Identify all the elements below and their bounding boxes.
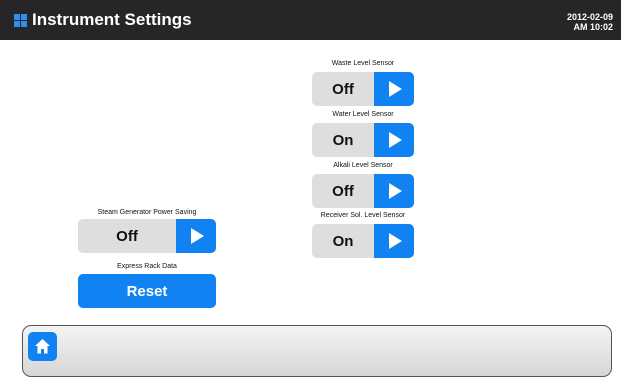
header-date: 2012-02-09	[566, 12, 613, 22]
alkali-level-next-button[interactable]	[374, 174, 414, 208]
steam-generator-value: Off	[116, 227, 138, 245]
footer-bar	[22, 325, 612, 377]
steam-generator-next-button[interactable]	[176, 219, 216, 253]
alkali-level-toggle[interactable]: Off	[312, 174, 414, 208]
water-level-value: On	[332, 131, 354, 149]
play-arrow-icon	[191, 228, 204, 244]
header-bar: Instrument Settings 2012-02-09 AM 10:02	[0, 0, 621, 40]
water-level-toggle[interactable]: On	[312, 123, 414, 157]
play-arrow-icon	[389, 233, 402, 249]
waste-level-toggle[interactable]: Off	[312, 72, 414, 106]
receiver-level-value: On	[332, 232, 354, 250]
alkali-level-label: Alkali Level Sensor	[333, 162, 393, 169]
play-arrow-icon	[389, 132, 402, 148]
play-arrow-icon	[389, 183, 402, 199]
page-title: Instrument Settings	[32, 10, 192, 29]
home-button[interactable]	[28, 332, 57, 361]
steam-generator-toggle[interactable]: Off	[78, 219, 216, 253]
receiver-level-toggle[interactable]: On	[312, 224, 414, 258]
receiver-level-next-button[interactable]	[374, 224, 414, 258]
alkali-level-value: Off	[332, 182, 354, 200]
grid-icon	[14, 14, 27, 27]
water-level-next-button[interactable]	[374, 123, 414, 157]
waste-level-value: Off	[332, 80, 354, 98]
home-icon	[35, 339, 50, 354]
receiver-level-label: Receiver Sol. Level Sensor	[320, 212, 406, 219]
reset-button[interactable]: Reset	[78, 274, 216, 308]
express-rack-label: Express Rack Data	[117, 263, 177, 270]
steam-generator-label: Steam Generator Power Saving	[97, 209, 197, 216]
waste-level-next-button[interactable]	[374, 72, 414, 106]
header-time: AM 10:02	[573, 22, 613, 32]
waste-level-label: Waste Level Sensor	[331, 60, 395, 67]
play-arrow-icon	[389, 81, 402, 97]
water-level-label: Water Level Sensor	[332, 111, 394, 118]
